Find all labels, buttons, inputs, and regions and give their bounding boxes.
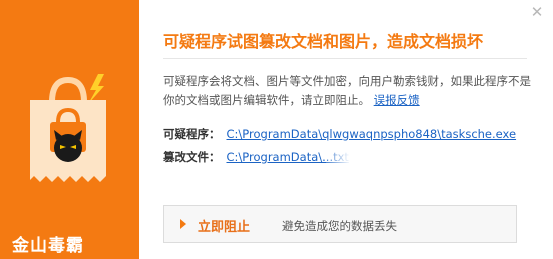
stop-hint: 避免造成您的数据丢失 [282, 219, 397, 233]
feedback-link[interactable]: 误报反馈 [374, 93, 420, 107]
dialog-title: 可疑程序试图篡改文档和图片，造成文档损坏 [163, 32, 484, 51]
file-row: 篡改文件： C:\ProgramData\...txt [163, 149, 349, 165]
action-bar: 立即阻止 避免造成您的数据丢失 [163, 205, 517, 243]
warning-description: 可疑程序会将文档、图片等文件加密，向用户勒索钱财，如果此程序不是你的文档或图片编… [163, 72, 535, 110]
stop-now-label: 立即阻止 [198, 220, 251, 235]
close-icon[interactable]: ✕ [529, 4, 545, 20]
description-text: 可疑程序会将文档、图片等文件加密，向用户勒索钱财，如果此程序不是你的文档或图片编… [163, 74, 531, 107]
program-row: 可疑程序： C:\ProgramData\qlwgwaqnpspho848\tas… [163, 126, 516, 142]
program-path-link[interactable]: C:\ProgramData\qlwgwaqnpspho848\tasksche… [227, 127, 517, 141]
brand-logo: 金山毒霸 [12, 236, 84, 256]
redacted-path-blur [326, 147, 512, 163]
arrow-right-icon [180, 219, 186, 229]
stop-now-button[interactable]: 立即阻止 [164, 206, 264, 242]
file-label: 篡改文件： [163, 150, 221, 164]
sidebar: 金山毒霸 [0, 0, 139, 259]
program-label: 可疑程序： [163, 127, 221, 141]
title-divider [163, 58, 527, 59]
locked-document-bag-icon [30, 74, 106, 182]
